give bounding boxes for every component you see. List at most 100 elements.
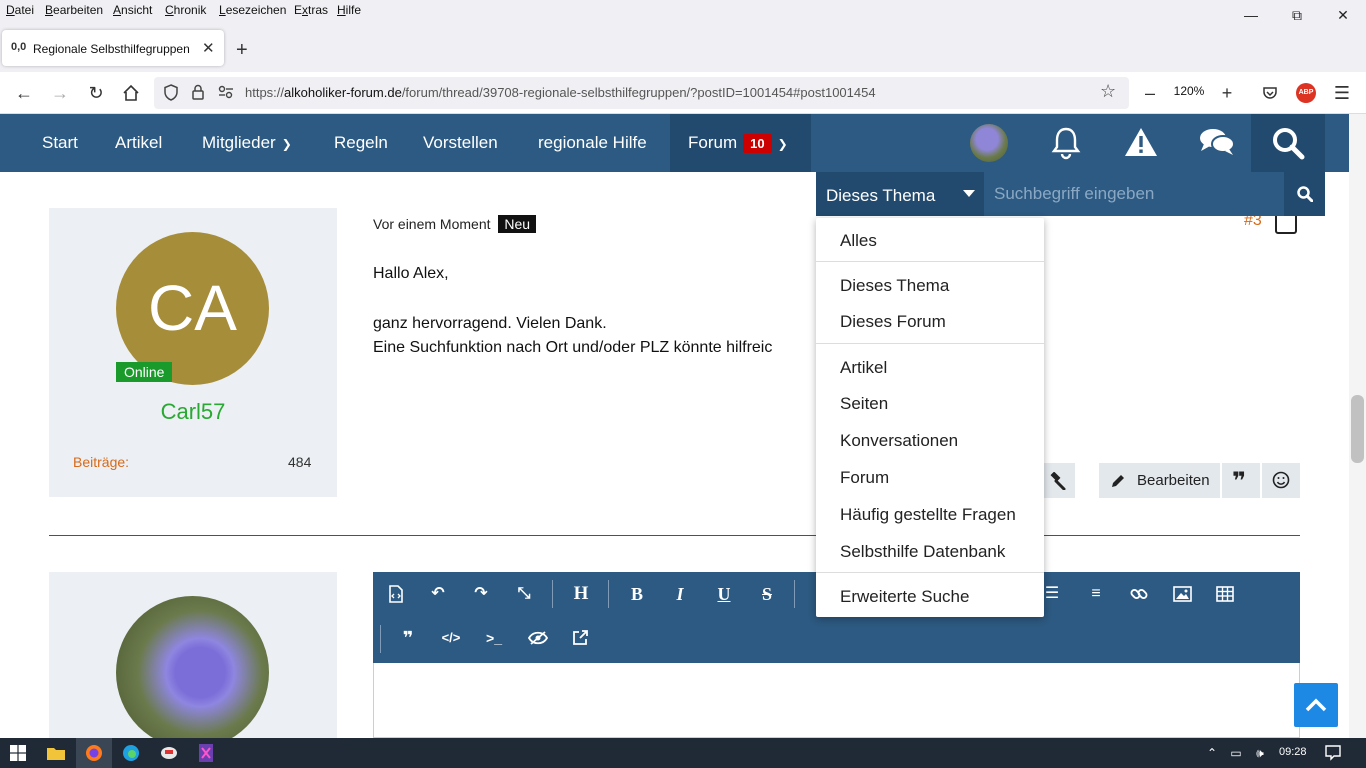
image-icon[interactable] [1167,579,1197,609]
post-text-line: Hallo Alex, [373,265,449,282]
lock-icon[interactable] [191,84,205,105]
quote-icon: ❞ [1232,468,1247,495]
menu-lesezeichen[interactable]: Lesezeichen [219,3,286,17]
spoiler-eye-icon[interactable] [523,623,553,653]
caret-down-icon [963,190,975,197]
new-tab-icon[interactable]: + [236,39,248,62]
nav-start[interactable]: Start [42,133,78,153]
zoom-out-icon[interactable]: – [1136,80,1164,106]
home-icon[interactable] [117,80,145,106]
scope-option-alles[interactable]: Alles [840,231,877,251]
external-link-icon[interactable] [565,623,595,653]
terminal-icon[interactable]: >_ [479,623,509,653]
search-submit-button[interactable] [1284,172,1325,216]
app-icon-2[interactable] [188,738,224,768]
heading-button[interactable]: H [566,579,596,609]
warning-icon [1125,128,1157,156]
nav-mitglieder[interactable]: Mitglieder ❯ [202,133,292,153]
editor-textarea[interactable] [373,663,1300,738]
search-input[interactable] [984,172,1284,216]
nav-regionale-hilfe[interactable]: regionale Hilfe [538,133,647,153]
search-icon [1297,186,1313,202]
scope-option-konversationen[interactable]: Konversationen [840,431,958,451]
fullscreen-icon[interactable]: ⤡ [509,579,539,609]
menu-datei[interactable]: Datei [6,3,34,17]
notifications-button[interactable] [1028,114,1102,172]
align-left-icon[interactable]: ≡ [1081,579,1111,609]
zoom-in-icon[interactable]: + [1213,80,1241,106]
adblock-plus-icon[interactable]: ABP [1296,83,1316,103]
nav-artikel[interactable]: Artikel [115,133,162,153]
bookmark-star-icon[interactable]: ☆ [1100,81,1116,102]
scope-option-faq[interactable]: Häufig gestellte Fragen [840,505,1016,525]
table-icon[interactable] [1210,579,1240,609]
author-name[interactable]: Carl57 [49,399,337,425]
pencil-icon [1112,475,1124,487]
menu-extras[interactable]: Extras [294,3,328,17]
scroll-to-top-button[interactable] [1294,683,1338,727]
search-toggle-button[interactable] [1251,114,1325,172]
site-header: Start Artikel Mitglieder ❯ Regeln Vorstel… [0,114,1366,172]
forward-icon[interactable]: → [46,80,74,106]
close-tab-icon[interactable]: ✕ [202,39,215,57]
firefox-icon[interactable] [76,738,112,768]
post-divider [49,535,1300,536]
url-text: https://alkoholiker-forum.de/forum/threa… [245,85,876,100]
volume-icon[interactable]: 🕪 [1248,738,1272,768]
reload-icon[interactable]: ↻ [82,80,110,106]
url-bar[interactable]: https://alkoholiker-forum.de/forum/threa… [154,77,1129,109]
menu-bearbeiten[interactable]: Bearbeiten [45,3,103,17]
edge-icon[interactable] [113,738,149,768]
network-icon[interactable]: ▭ [1224,738,1248,768]
zoom-level[interactable]: 120% [1166,84,1212,104]
moderation-button[interactable] [1102,114,1176,172]
menu-hilfe[interactable]: Hilfe [337,3,361,17]
reaction-button[interactable] [1262,463,1300,498]
search-scope-select[interactable]: Dieses Thema [816,172,984,216]
permissions-icon[interactable] [217,84,235,104]
advanced-search-link[interactable]: Erweiterte Suche [840,587,969,607]
strikethrough-button[interactable]: S [752,579,782,609]
nav-forum[interactable]: Forum 10 ❯ [670,114,811,172]
windows-start-icon[interactable] [0,738,36,768]
scope-option-forum[interactable]: Forum [840,468,889,488]
file-explorer-icon[interactable] [38,738,74,768]
scope-option-dieses-forum[interactable]: Dieses Forum [840,312,946,332]
underline-button[interactable]: U [709,579,739,609]
nav-regeln[interactable]: Regeln [334,133,388,153]
chevron-up-icon[interactable]: ⌃ [1200,738,1224,768]
edit-button[interactable]: Bearbeiten [1099,463,1220,498]
scrollbar-thumb[interactable] [1351,395,1364,463]
posts-count[interactable]: 484 [288,454,311,470]
site-favicon: 0,0 [11,41,27,53]
notification-center-icon[interactable] [1318,738,1348,768]
undo-icon[interactable]: ↶ [423,579,453,609]
scope-option-artikel[interactable]: Artikel [840,358,887,378]
bold-button[interactable]: B [622,579,652,609]
clock-time[interactable]: 09:28 [1279,746,1307,758]
quote-button[interactable]: ❞ [1222,463,1260,498]
menu-ansicht[interactable]: Ansicht [113,3,152,17]
hamburger-menu-icon[interactable]: ☰ [1328,80,1356,106]
scope-option-dieses-thema[interactable]: Dieses Thema [840,276,949,296]
source-code-icon[interactable] [381,579,411,609]
italic-button[interactable]: I [665,579,695,609]
menu-chronik[interactable]: Chronik [165,3,206,17]
post-time[interactable]: Vor einem Moment [373,216,491,232]
user-avatar[interactable] [970,124,1008,162]
code-icon[interactable]: </> [436,623,466,653]
app-icon[interactable] [151,738,187,768]
quote-icon[interactable]: ❞ [393,623,423,653]
pocket-icon[interactable] [1256,80,1284,106]
nav-vorstellen[interactable]: Vorstellen [423,133,498,153]
back-icon[interactable]: ← [10,80,38,106]
conversations-button[interactable] [1177,114,1251,172]
online-badge: Online [116,362,173,382]
link-icon[interactable] [1124,579,1154,609]
scope-option-seiten[interactable]: Seiten [840,394,888,414]
redo-icon[interactable]: ↷ [466,579,496,609]
moderation-tools-button[interactable] [1040,463,1075,498]
scope-option-selbsthilfe-datenbank[interactable]: Selbsthilfe Datenbank [840,542,1005,562]
browser-tab[interactable]: 0,0 Regionale Selbsthilfegruppen - ✕ [2,30,224,66]
shield-icon[interactable] [163,84,179,105]
